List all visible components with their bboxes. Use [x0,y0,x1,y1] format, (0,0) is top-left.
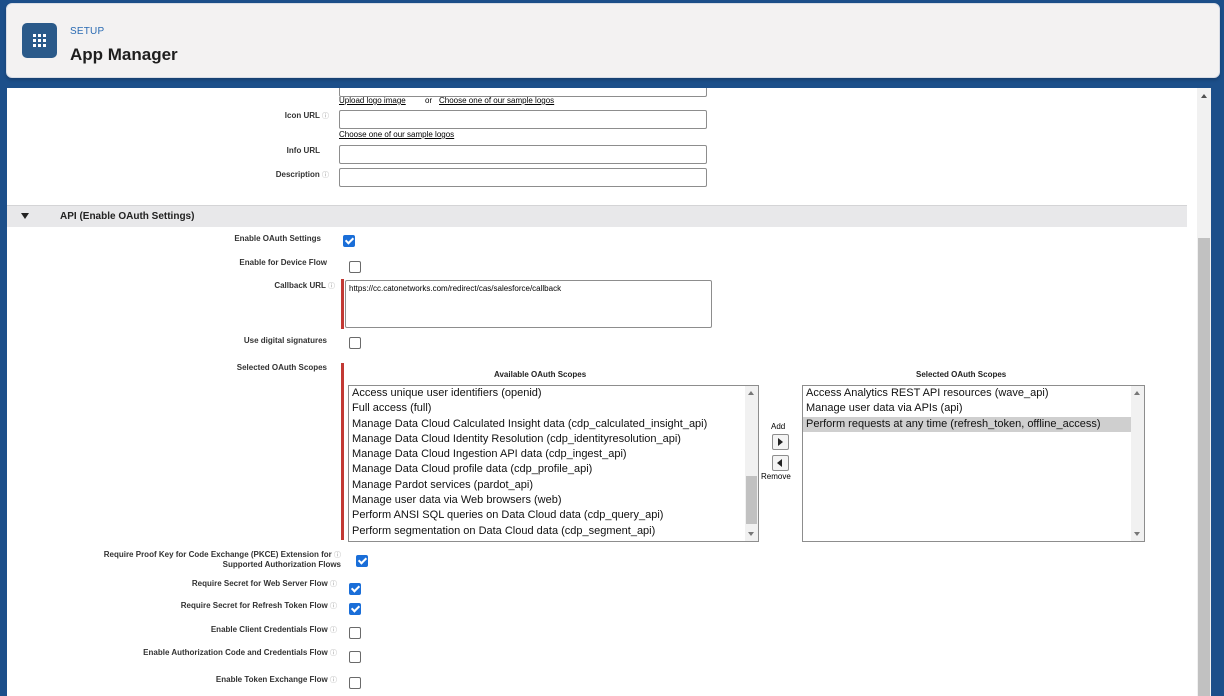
info-icon: ⓘ [330,581,337,588]
secret-web-server-label: Require Secret for Web Server Flow ⓘ [191,579,337,588]
secret-web-server-checkbox[interactable] [349,583,361,595]
pkce-label: Require Proof Key for Code Exchange (PKC… [103,550,341,569]
or-text: or [425,96,433,105]
scope-option[interactable]: Manage Data Cloud Ingestion API data (cd… [349,447,758,462]
icon-url-input[interactable] [339,110,707,129]
info-icon: ⓘ [334,552,341,559]
digital-signatures-label: Use digital signatures [243,336,327,345]
info-icon: ⓘ [322,172,329,179]
description-label: Description ⓘ [275,170,329,179]
enable-oauth-label: Enable OAuth Settings [234,234,321,243]
token-exchange-label: Enable Token Exchange Flow ⓘ [215,675,337,684]
secret-refresh-label: Require Secret for Refresh Token Flow ⓘ [180,601,337,610]
scopes-label: Selected OAuth Scopes [236,363,327,372]
required-indicator [341,363,344,540]
scope-option[interactable]: Manage user data via Web browsers (web) [349,493,758,508]
upload-logo-link[interactable]: Upload logo image [339,96,406,105]
auth-code-credentials-checkbox[interactable] [349,651,361,663]
secret-refresh-checkbox[interactable] [349,603,361,615]
page-header: SETUP App Manager [6,3,1220,78]
scope-option[interactable]: Perform requests at any time (refresh_to… [803,416,1144,432]
scope-option[interactable]: Access unique user identifiers (openid) [349,386,758,401]
scrollbar-thumb[interactable] [1198,238,1210,696]
icon-url-label: Icon URL ⓘ [284,111,329,120]
section-title: API (Enable OAuth Settings) [60,211,195,222]
device-flow-label: Enable for Device Flow [239,258,327,267]
scope-option[interactable]: Manage user data via APIs (api) [803,401,1144,416]
callback-url-label: Callback URL ⓘ [274,281,335,290]
scope-option[interactable]: Full access (full) [349,401,758,416]
description-input[interactable] [339,168,707,187]
breadcrumb[interactable]: SETUP [70,26,104,37]
info-icon: ⓘ [330,650,337,657]
info-url-input[interactable] [339,145,707,164]
auth-code-credentials-label: Enable Authorization Code and Credential… [143,648,337,657]
info-icon: ⓘ [330,627,337,634]
client-credentials-label: Enable Client Credentials Flow ⓘ [210,625,337,634]
scope-option[interactable]: Manage Data Cloud Calculated Insight dat… [349,417,758,432]
info-icon: ⓘ [322,113,329,120]
scope-option[interactable]: Manage Data Cloud profile data (cdp_prof… [349,462,758,477]
icon-sample-logos-link[interactable]: Choose one of our sample logos [339,130,454,139]
client-credentials-checkbox[interactable] [349,627,361,639]
app-launcher-icon[interactable] [22,23,57,58]
page-title: App Manager [70,45,178,64]
list-scrollbar[interactable] [745,386,758,541]
required-indicator [341,279,344,329]
pkce-checkbox[interactable] [356,555,368,567]
token-exchange-checkbox[interactable] [349,677,361,689]
scope-option[interactable]: Perform segmentation on Data Cloud data … [349,524,758,539]
collapse-arrow-icon[interactable] [21,213,29,219]
scope-option[interactable]: Perform ANSI SQL queries on Data Cloud d… [349,508,758,523]
sample-logos-link[interactable]: Choose one of our sample logos [439,96,554,105]
selected-scopes-list[interactable]: Access Analytics REST API resources (wav… [802,385,1145,542]
arrow-right-icon [778,438,783,446]
selected-scopes-header: Selected OAuth Scopes [916,370,1007,379]
remove-label: Remove [761,472,791,481]
form-content: Upload logo image or Choose one of our s… [7,88,1211,696]
info-icon: ⓘ [330,603,337,610]
available-scopes-header: Available OAuth Scopes [494,370,587,379]
callback-url-textarea[interactable] [345,280,712,328]
available-scopes-list[interactable]: Access unique user identifiers (openid) F… [348,385,759,542]
device-flow-checkbox[interactable] [349,261,361,273]
api-section-header[interactable]: API (Enable OAuth Settings) [7,205,1187,227]
scroll-up-icon[interactable] [1201,94,1207,98]
info-url-label: Info URL [286,146,320,155]
enable-oauth-checkbox[interactable] [343,235,355,247]
arrow-left-icon [777,459,782,467]
page-scrollbar[interactable] [1197,88,1211,696]
remove-scope-button[interactable] [772,455,789,471]
scope-option[interactable]: Manage Pardot services (pardot_api) [349,478,758,493]
list-scrollbar[interactable] [1131,386,1144,541]
digital-signatures-checkbox[interactable] [349,337,361,349]
add-label: Add [771,422,786,431]
scope-option[interactable]: Manage Data Cloud Identity Resolution (c… [349,432,758,447]
info-icon: ⓘ [330,677,337,684]
scope-option[interactable]: Access Analytics REST API resources (wav… [803,386,1144,401]
add-scope-button[interactable] [772,434,789,450]
info-icon: ⓘ [328,283,335,290]
